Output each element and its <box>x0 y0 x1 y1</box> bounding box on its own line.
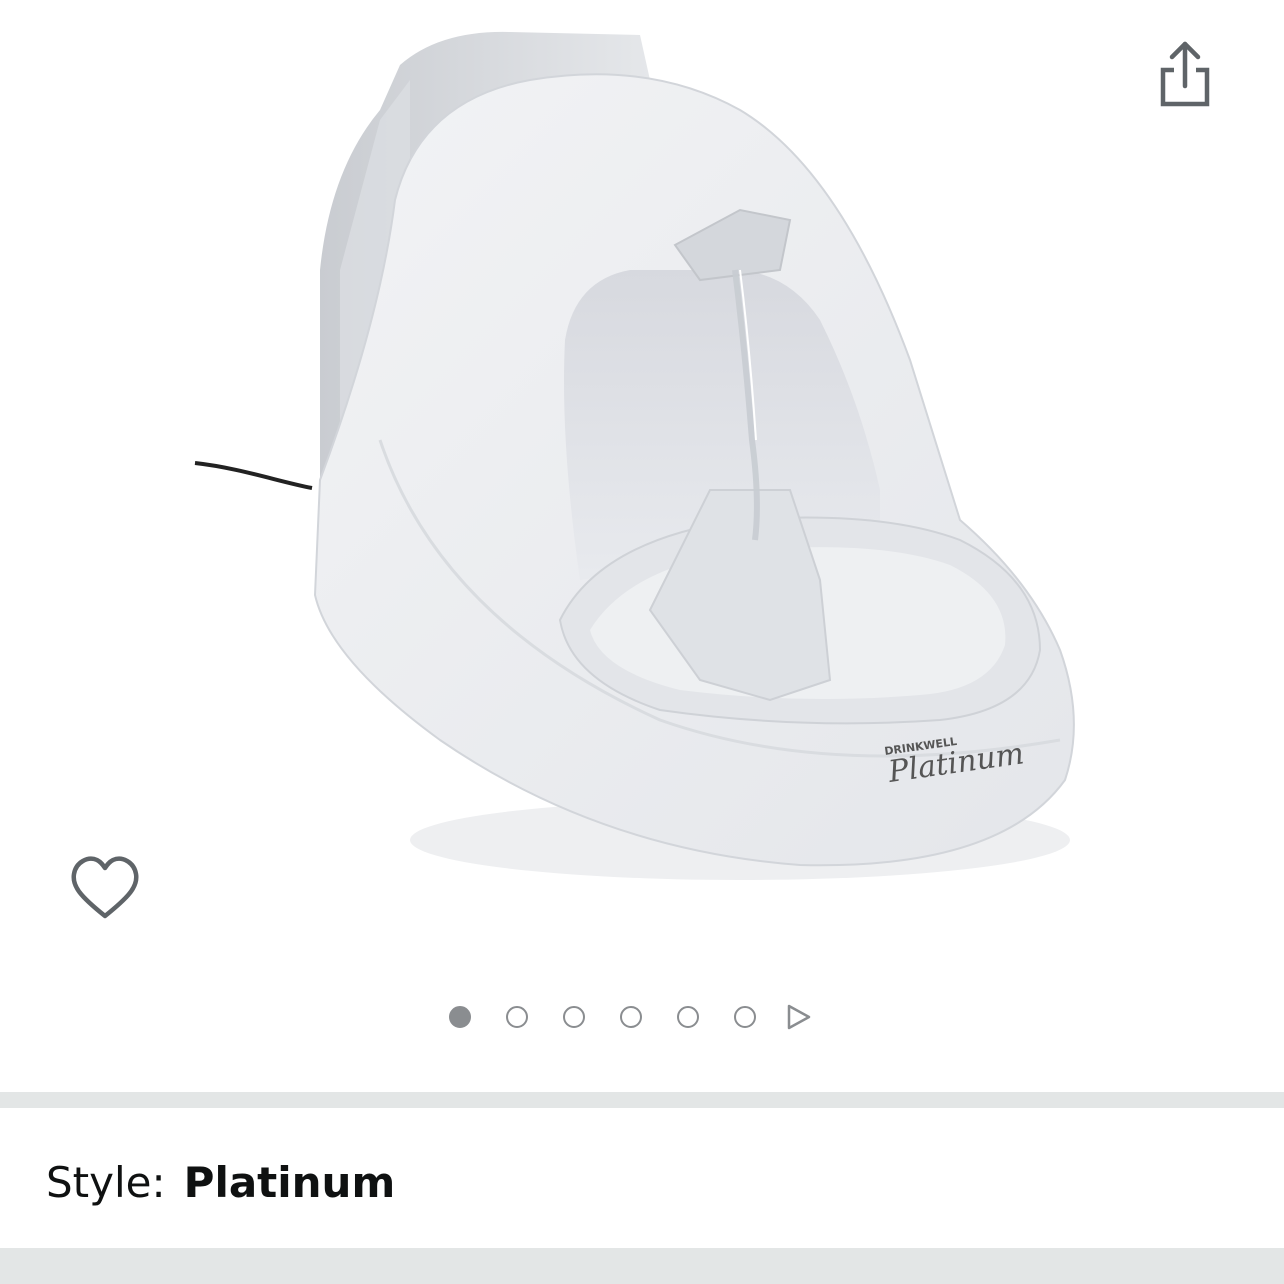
pager-dot-1[interactable] <box>449 1006 471 1028</box>
product-image-gallery: DRINKWELL Platinum <box>0 0 1284 1092</box>
add-to-wishlist-button[interactable] <box>66 852 144 926</box>
share-icon <box>1160 41 1210 107</box>
pager-dot-5[interactable] <box>677 1006 699 1028</box>
pager-dot-3[interactable] <box>563 1006 585 1028</box>
product-image[interactable]: DRINKWELL Platinum <box>180 20 1100 900</box>
play-triangle-icon[interactable] <box>783 1002 813 1032</box>
style-value: Platinum <box>183 1157 396 1207</box>
pager-dot-6[interactable] <box>734 1006 756 1028</box>
heart-outline-icon <box>71 856 139 919</box>
section-divider-bottom <box>0 1248 1284 1284</box>
style-selector: Style: Platinum <box>46 1152 395 1212</box>
style-label: Style: <box>46 1157 166 1207</box>
section-divider <box>0 1092 1284 1108</box>
pager-dot-2[interactable] <box>506 1006 528 1028</box>
image-pager <box>449 1000 813 1034</box>
share-button[interactable] <box>1152 38 1218 114</box>
pager-dot-4[interactable] <box>620 1006 642 1028</box>
